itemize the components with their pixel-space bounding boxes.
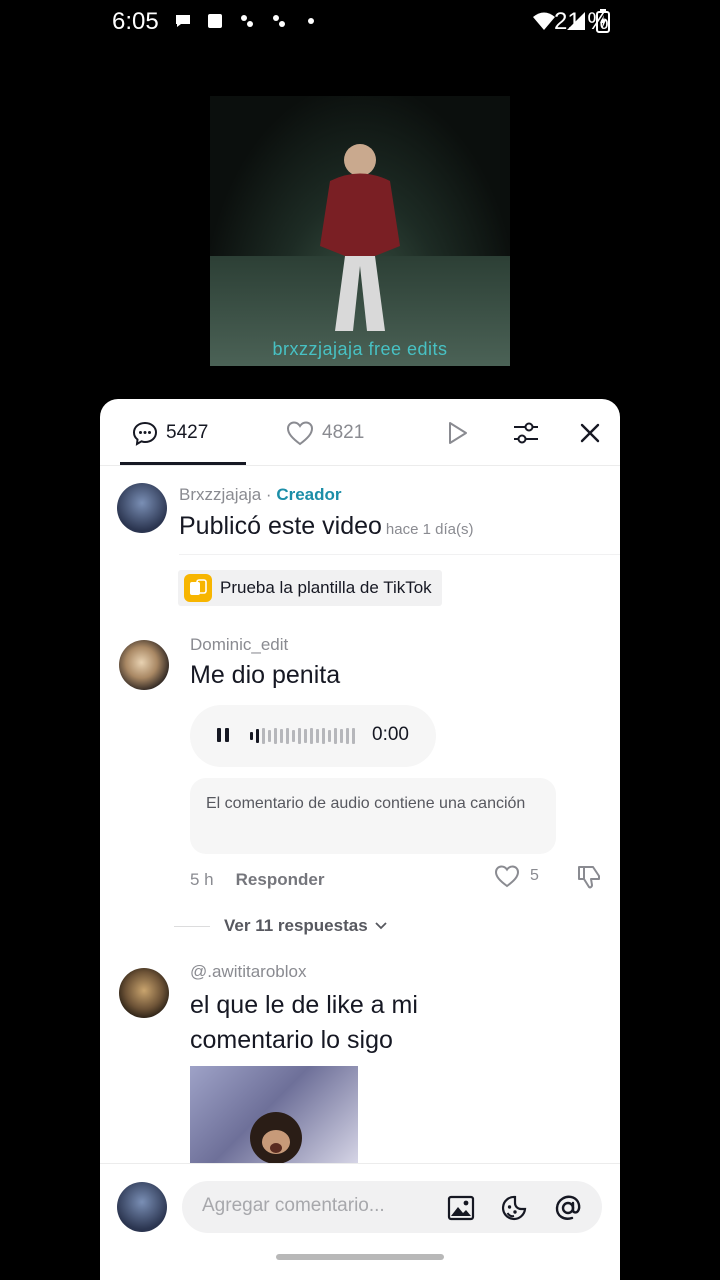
comment-meta: 5 h Responder [190,870,324,890]
at-sign-icon [555,1195,581,1220]
close-icon [580,423,600,443]
creator-avatar[interactable] [117,483,167,533]
mention-button[interactable] [553,1193,583,1223]
comment-image-content [250,1112,302,1163]
video-frame-figure [320,144,400,331]
creator-post-label: Publicó este video [179,512,382,540]
sheet-tabs: 5427 4821 [100,399,620,465]
thumbs-down-icon [578,866,600,889]
status-bar: 6:05 21 % [0,0,720,44]
separator-dot: · [261,485,277,504]
app-notification-icon [241,15,253,27]
battery-percentage: 21 % [554,8,609,35]
tab-likes[interactable]: 4821 [286,419,364,447]
comment-username[interactable]: @.awititaroblox [190,962,306,982]
comment-image[interactable] [190,1066,358,1163]
home-indicator[interactable] [276,1254,444,1260]
play-icon [449,422,467,444]
video-watermark: brxzzjajaja free edits [272,339,448,359]
comments-list[interactable]: Brxzzjajaja · Creador Publicó este video… [100,466,620,1163]
tab-comments[interactable]: 5427 [132,419,208,447]
audio-player[interactable]: 0:00 [190,705,436,767]
avatar[interactable] [119,968,169,1018]
cards-icon [190,579,207,595]
app-notification-icon [273,15,285,27]
heart-icon [286,421,314,446]
comment-icon [132,421,158,446]
emoji-icon [501,1195,527,1221]
status-time: 6:05 [112,8,159,35]
creator-badge: Creador [276,485,342,504]
template-chip-label: Prueba la plantilla de TikTok [220,578,432,597]
comment-composer [100,1163,620,1280]
emoji-button[interactable] [499,1193,529,1223]
likes-count: 4821 [322,422,365,443]
chevron-down-icon [375,922,387,930]
tab-plays[interactable] [444,419,470,447]
user-avatar[interactable] [117,1182,167,1232]
comment-input[interactable] [202,1195,432,1217]
view-replies-label: Ver 11 respuestas [224,916,368,935]
creator-username[interactable]: Brxzzjajaja [179,485,261,504]
video-player[interactable]: brxzzjajaja free edits [210,96,510,366]
template-icon [184,574,212,602]
sliders-icon [514,422,538,444]
wifi-icon [533,12,555,30]
image-icon [447,1195,475,1221]
comment-text: el que le de like a mi comentario lo sig… [190,991,418,1054]
notification-icons [174,12,320,30]
comment-text: Me dio penita [190,661,341,689]
comments-sheet: 5427 4821 Brxzzjajaja · Creador Publicó … [100,399,620,1280]
square-icon [208,14,222,28]
creator-name-line: Brxzzjajaja · Creador [179,485,342,505]
divider [174,925,210,927]
reply-button[interactable]: Responder [236,870,325,890]
divider [179,554,620,555]
comment-input-wrapper[interactable] [182,1181,602,1233]
template-chip[interactable]: Prueba la plantilla de TikTok [178,570,442,606]
pause-icon[interactable] [216,725,230,745]
creator-post-time: hace 1 día(s) [385,521,474,538]
view-replies[interactable]: Ver 11 respuestas [174,916,388,936]
filter-button[interactable] [510,417,542,449]
heart-icon [494,865,520,888]
comment-username[interactable]: Dominic_edit [190,635,288,655]
close-button[interactable] [574,417,606,449]
avatar[interactable] [119,640,169,690]
comments-count: 5427 [166,422,209,443]
like-count: 5 [530,867,539,884]
creator-post-text: Publicó este video hace 1 día(s) [179,512,473,541]
image-button[interactable] [446,1193,476,1223]
comment-time: 5 h [190,870,214,889]
chat-bubble-icon [176,15,190,27]
audio-notice: El comentario de audio contiene una canc… [190,778,556,854]
more-dot-icon [308,18,314,24]
dislike-button[interactable] [576,864,602,895]
like-button[interactable]: 5 [494,864,539,888]
audio-time: 0:00 [372,724,409,745]
audio-waveform [250,727,355,745]
